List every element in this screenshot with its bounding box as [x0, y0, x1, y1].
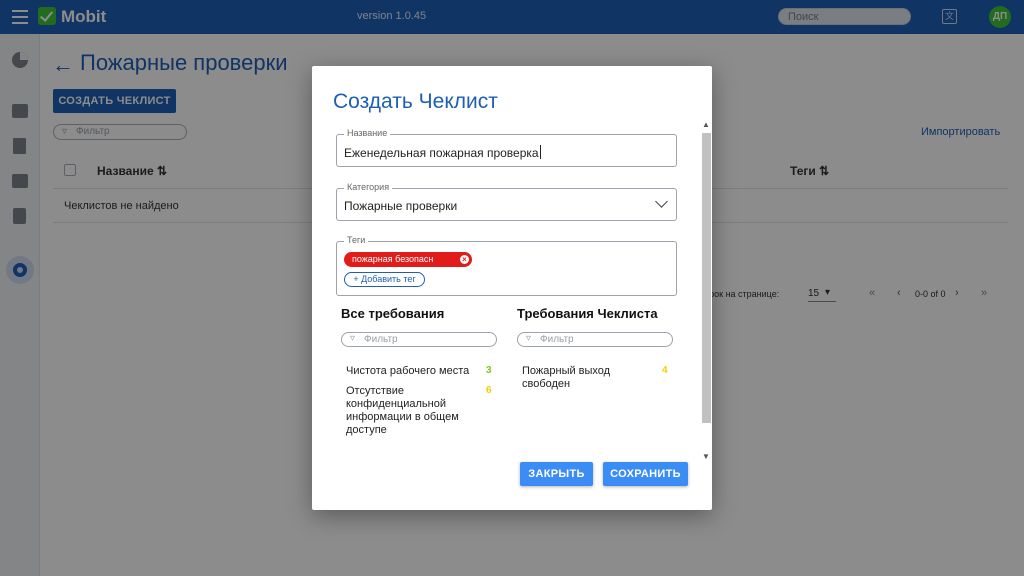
name-field[interactable]: Название Еженедельная пожарная проверка — [336, 128, 677, 167]
scrollbar-thumb[interactable] — [702, 133, 711, 423]
checklist-requirements-filter[interactable]: Фильтр — [517, 332, 673, 347]
save-button[interactable]: СОХРАНИТЬ — [603, 462, 688, 486]
all-requirements-title: Все требования — [341, 306, 445, 321]
tag-chip[interactable]: пожарная безопасн × — [344, 252, 472, 267]
tags-field: Теги пожарная безопасн × + Добавить тег — [336, 235, 677, 296]
scrollbar[interactable]: ▲ ▼ — [701, 120, 712, 465]
category-select[interactable]: Категория Пожарные проверки — [336, 182, 677, 221]
name-field-label: Название — [344, 128, 391, 138]
name-field-value: Еженедельная пожарная проверка — [344, 146, 539, 160]
all-requirements-filter[interactable]: Фильтр — [341, 332, 497, 347]
category-field-label: Категория — [344, 182, 393, 192]
category-value: Пожарные проверки — [344, 199, 458, 213]
dialog-title: Создать Чеклист — [333, 90, 498, 113]
requirement-count: 4 — [662, 365, 668, 376]
text-caret — [539, 145, 541, 159]
checklist-requirements-title: Требования Чеклиста — [517, 306, 658, 321]
tags-field-label: Теги — [344, 235, 369, 245]
create-checklist-dialog: Создать Чеклист ▲ ▼ Название Еженедельна… — [312, 66, 712, 510]
add-tag-button[interactable]: + Добавить тег — [344, 272, 425, 287]
requirement-item[interactable]: Отсутствие конфиденциальной информации в… — [346, 385, 476, 437]
checklist-requirement-item[interactable]: Пожарный выход свободен — [522, 365, 652, 391]
scroll-up-icon[interactable]: ▲ — [702, 120, 710, 129]
tag-label: пожарная безопасн — [352, 254, 434, 264]
requirement-count: 3 — [486, 365, 492, 376]
requirement-item[interactable]: Чистота рабочего места — [346, 365, 476, 378]
remove-tag-icon[interactable]: × — [460, 255, 469, 264]
requirement-count: 6 — [486, 385, 492, 396]
scroll-down-icon[interactable]: ▼ — [702, 452, 710, 461]
close-button[interactable]: ЗАКРЫТЬ — [520, 462, 593, 486]
chevron-down-icon[interactable] — [655, 195, 668, 208]
